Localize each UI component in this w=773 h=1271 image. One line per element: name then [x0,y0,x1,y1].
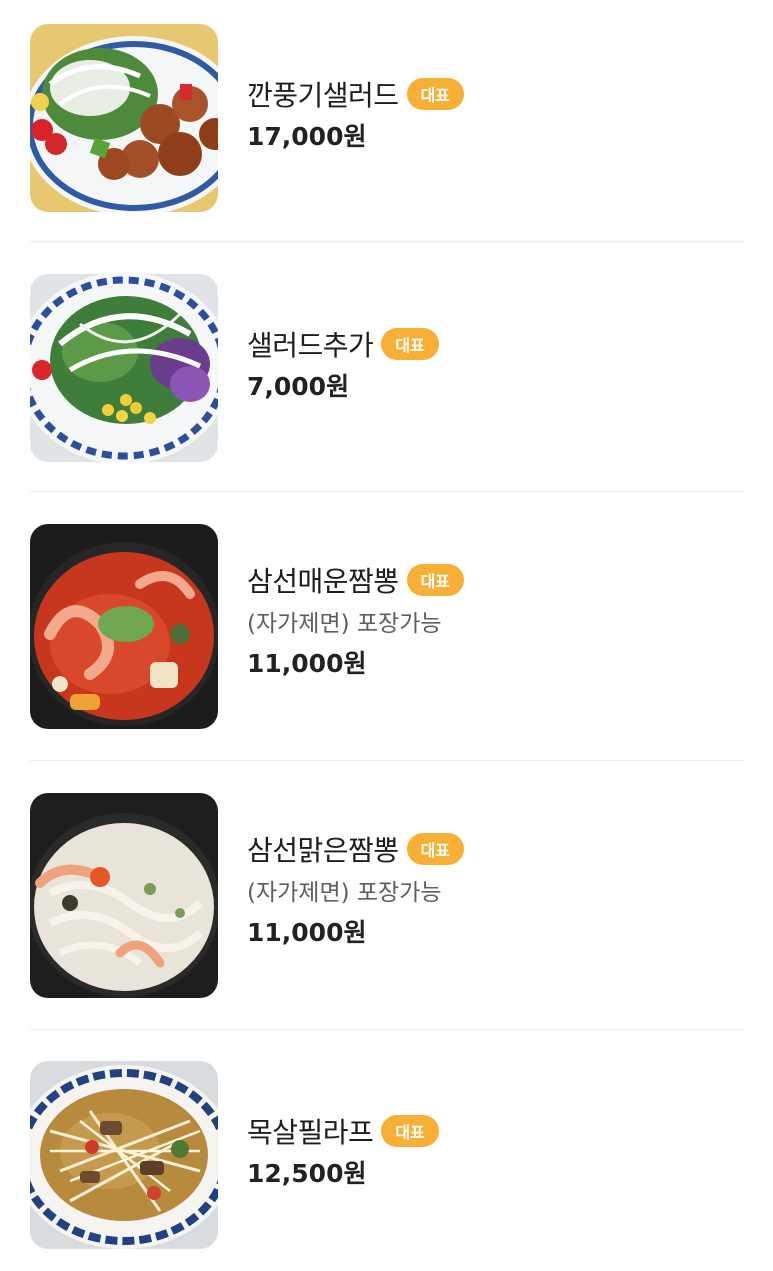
menu-item-photo [30,524,218,729]
menu-item-name: 목살필라프 [247,1116,374,1149]
divider [30,760,744,761]
divider [30,1029,744,1030]
signature-badge: 대표 [381,1115,439,1147]
divider [30,241,744,242]
signature-badge: 대표 [406,564,465,596]
menu-item-description: (자가제면) 포장가능 [247,611,442,637]
signature-badge: 대표 [406,78,465,110]
menu-list: 깐풍기샐러드 대표 17,000원 샐러드추가 대표 7,000원 삼선매운짬뽕… [0,0,773,1271]
menu-item-price: 11,000원 [247,918,367,947]
menu-item[interactable]: 삼선맑은짬뽕 대표 (자가제면) 포장가능 11,000원 [30,793,744,998]
menu-item-description: (자가제면) 포장가능 [247,880,442,906]
menu-item[interactable]: 목살필라프 대표 12,500원 [30,1061,744,1249]
menu-item[interactable]: 샐러드추가 대표 7,000원 [30,274,744,462]
divider [30,491,744,492]
menu-item-price: 12,500원 [247,1159,367,1188]
signature-badge: 대표 [406,833,465,865]
menu-item-photo [30,793,218,998]
menu-item-photo [30,274,218,462]
signature-badge: 대표 [381,328,439,360]
salad-photo [30,274,218,462]
spicy-jjamppong-photo [30,524,218,729]
menu-item-name: 삼선맑은짬뽕 [247,834,399,867]
menu-item-price: 7,000원 [247,372,350,401]
menu-item-price: 11,000원 [247,649,367,678]
pilaf-photo [30,1061,218,1249]
menu-item-name: 샐러드추가 [247,329,374,362]
menu-item[interactable]: 깐풍기샐러드 대표 17,000원 [30,24,744,212]
white-jjamppong-photo [30,793,218,998]
menu-item-photo [30,24,218,212]
menu-item-name: 삼선매운짬뽕 [247,565,399,598]
menu-item[interactable]: 삼선매운짬뽕 대표 (자가제면) 포장가능 11,000원 [30,524,744,729]
salad-chicken-photo [30,24,218,212]
menu-item-photo [30,1061,218,1249]
menu-item-name: 깐풍기샐러드 [247,79,399,112]
menu-item-price: 17,000원 [247,122,367,151]
